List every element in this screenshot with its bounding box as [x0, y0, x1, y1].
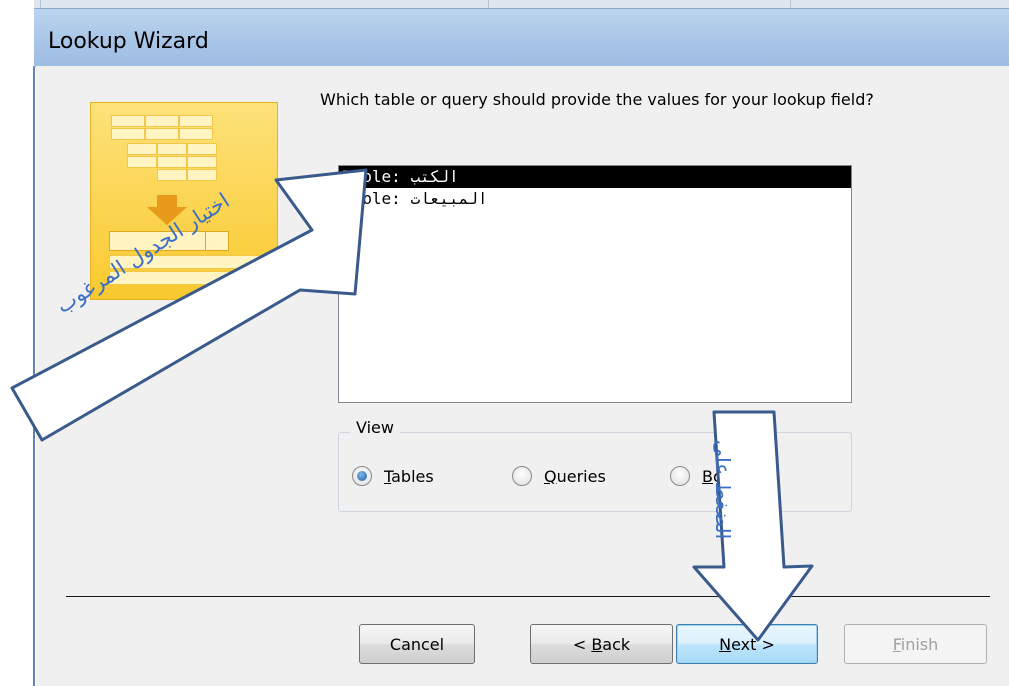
strip-divider — [40, 0, 41, 8]
grid-cell — [187, 143, 217, 155]
grid-cell — [111, 115, 145, 127]
cancel-button[interactable]: Cancel — [359, 624, 475, 664]
mnemonic-letter: Q — [544, 466, 557, 486]
grid-cell — [187, 156, 217, 168]
grid-cell — [157, 169, 187, 181]
chevron-down-icon — [205, 232, 228, 250]
radio-selected-icon[interactable] — [352, 466, 372, 486]
grid-cell — [127, 143, 157, 155]
grid-cell — [179, 128, 213, 140]
radio-tables[interactable]: Tables — [352, 466, 434, 486]
radio-queries-label: Queries — [544, 467, 606, 486]
back-prefix: < — [572, 635, 592, 654]
mnemonic-letter: N — [719, 635, 732, 654]
list-item[interactable]: Table: المبيعات — [339, 188, 851, 210]
finish-label-rest: inish — [900, 635, 939, 654]
table-query-listbox[interactable]: Table: الكتب Table: المبيعات — [338, 165, 852, 403]
next-button[interactable]: Next > — [676, 624, 818, 664]
mnemonic-letter: F — [892, 635, 901, 654]
back-label-rest: ack — [602, 635, 631, 654]
label-rest: ables — [391, 466, 434, 486]
next-label-rest: ext > — [731, 635, 775, 654]
grid-cell — [127, 156, 157, 168]
window-left-edge — [0, 0, 35, 686]
wizard-question: Which table or query should provide the … — [320, 90, 874, 109]
mnemonic-letter: B — [591, 635, 603, 654]
view-group-label: View — [350, 418, 400, 437]
strip-divider — [488, 0, 489, 8]
strip-divider — [790, 0, 791, 8]
back-button[interactable]: < Back — [530, 624, 673, 664]
radio-tables-label: Tables — [384, 467, 434, 486]
grid-cell — [111, 128, 145, 140]
grid-cell — [145, 115, 179, 127]
grid-cell — [157, 143, 187, 155]
radio-unselected-icon[interactable] — [512, 466, 532, 486]
grid-cell — [145, 128, 179, 140]
grid-cell — [157, 156, 187, 168]
title-bar[interactable]: Lookup Wizard — [34, 8, 1009, 67]
table-grid-graphic — [111, 115, 217, 199]
window-border — [33, 66, 35, 686]
footer-separator — [66, 596, 990, 597]
list-item[interactable]: Table: الكتب — [339, 166, 851, 188]
grid-cell — [187, 169, 217, 181]
radio-queries[interactable]: Queries — [512, 466, 606, 486]
grid-cell — [179, 115, 213, 127]
background-window-strip — [0, 0, 1009, 8]
annotation-click-on: الضغط على — [711, 440, 735, 540]
finish-button[interactable]: Finish — [844, 624, 987, 664]
radio-unselected-icon[interactable] — [670, 466, 690, 486]
label-rest: ueries — [556, 466, 606, 486]
window-title: Lookup Wizard — [48, 29, 209, 54]
